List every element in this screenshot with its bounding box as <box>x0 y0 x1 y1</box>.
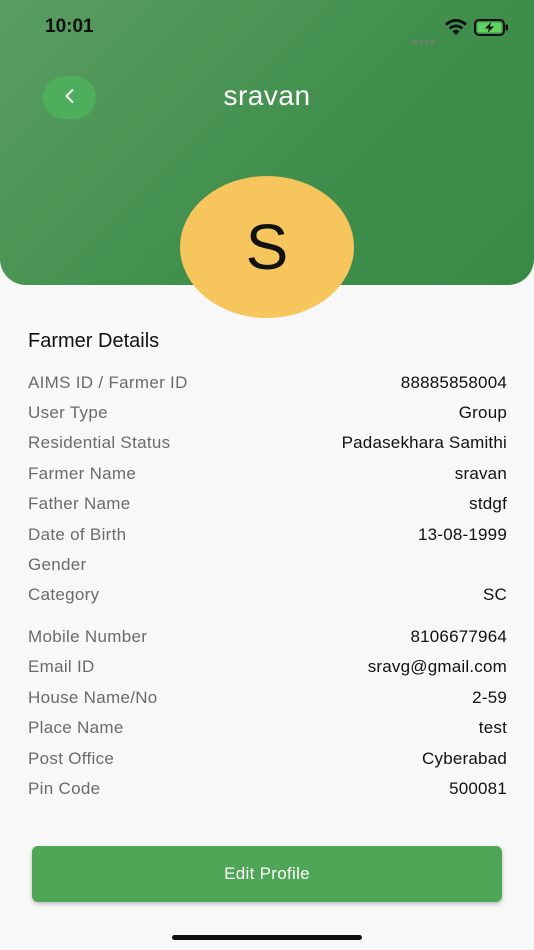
detail-value: 8106677964 <box>410 627 507 646</box>
detail-row-house-name: House Name/No 2-59 <box>28 683 507 713</box>
detail-value: 2-59 <box>472 688 507 707</box>
detail-value: Padasekhara Samithi <box>341 433 507 452</box>
detail-row-place-name: Place Name test <box>28 713 507 743</box>
detail-label: Place Name <box>28 718 124 737</box>
detail-row-email-id: Email ID sravg@gmail.com <box>28 652 507 682</box>
avatar: S <box>180 176 354 318</box>
detail-row-pin-code: Pin Code 500081 <box>28 774 507 804</box>
detail-value: 13-08-1999 <box>418 525 507 544</box>
status-bar: 10:01 <box>0 0 534 56</box>
page-title: sravan <box>223 80 311 111</box>
avatar-letter: S <box>245 211 289 283</box>
detail-row-date-of-birth: Date of Birth 13-08-1999 <box>28 520 507 550</box>
detail-row-mobile-number: Mobile Number 8106677964 <box>28 622 507 652</box>
detail-label: Gender <box>28 555 87 574</box>
wifi-icon <box>444 18 468 36</box>
detail-row-farmer-name: Farmer Name sravan <box>28 459 507 489</box>
detail-value: 88885858004 <box>400 373 507 392</box>
detail-label: Mobile Number <box>28 627 148 646</box>
detail-label: AIMS ID / Farmer ID <box>28 373 188 392</box>
detail-label: Post Office <box>28 749 115 768</box>
detail-row-father-name: Father Name stdgf <box>28 489 507 519</box>
status-time: 10:01 <box>45 16 94 37</box>
detail-row-post-office: Post Office Cyberabad <box>28 744 507 774</box>
detail-value: stdgf <box>469 494 507 513</box>
detail-value: Cyberabad <box>422 749 507 768</box>
detail-label: Pin Code <box>28 779 101 798</box>
section-title: Farmer Details <box>28 330 160 352</box>
detail-value: Group <box>458 403 507 422</box>
signal-icon <box>413 29 437 44</box>
home-indicator <box>172 935 362 940</box>
detail-label: User Type <box>28 403 108 422</box>
detail-row-farmer-id: AIMS ID / Farmer ID 88885858004 <box>28 368 507 398</box>
detail-row-category: Category SC <box>28 580 507 610</box>
detail-row-residential-status: Residential Status Padasekhara Samithi <box>28 428 507 458</box>
detail-label: Category <box>28 585 100 604</box>
detail-label: Father Name <box>28 494 131 513</box>
detail-value: sravan <box>454 464 507 483</box>
detail-row-gender: Gender <box>28 550 507 580</box>
detail-value: test <box>478 718 507 737</box>
battery-charging-icon <box>474 19 510 36</box>
detail-label: Residential Status <box>28 433 171 452</box>
edit-profile-button[interactable]: Edit Profile <box>32 846 502 902</box>
detail-label: Farmer Name <box>28 464 137 483</box>
detail-value: sravg@gmail.com <box>367 657 507 676</box>
detail-label: House Name/No <box>28 688 158 707</box>
detail-value: SC <box>482 585 507 604</box>
detail-value: 500081 <box>449 779 507 798</box>
detail-row-user-type: User Type Group <box>28 398 507 428</box>
detail-label: Date of Birth <box>28 525 127 544</box>
detail-label: Email ID <box>28 657 95 676</box>
